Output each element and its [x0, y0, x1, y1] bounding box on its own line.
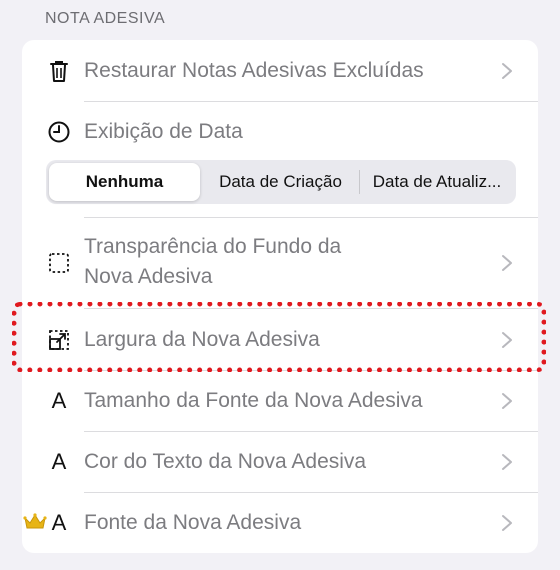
chevron-right-icon	[502, 63, 512, 79]
letter-a-icon: A	[51, 510, 67, 535]
segment-option-none[interactable]: Nenhuma	[49, 163, 200, 201]
chevron-right-icon	[502, 393, 512, 409]
new-note-font-row[interactable]: A Fonte da Nova Adesiva	[22, 507, 538, 539]
new-note-font-label: Fonte da Nova Adesiva	[84, 511, 302, 534]
separator	[84, 431, 538, 432]
settings-card: Restaurar Notas Adesivas Excluídas Exibi…	[22, 40, 538, 553]
restore-deleted-notes-label: Restaurar Notas Adesivas Excluídas	[84, 59, 424, 82]
date-display-label: Exibição de Data	[84, 120, 243, 143]
section-header: NOTA ADESIVA	[45, 10, 166, 27]
clock-icon	[46, 119, 72, 145]
new-note-text-color-row[interactable]: A Cor do Texto da Nova Adesiva	[22, 446, 538, 478]
letter-a-icon: A	[51, 388, 67, 413]
restore-deleted-notes-row[interactable]: Restaurar Notas Adesivas Excluídas	[22, 55, 538, 87]
separator	[84, 217, 538, 218]
separator	[84, 101, 538, 102]
background-transparency-label-line1: Transparência do Fundo da	[84, 235, 342, 258]
background-transparency-label-line2: Nova Adesiva	[84, 265, 213, 288]
background-transparency-label: Transparência do Fundo da Nova Adesiva	[84, 232, 341, 292]
separator	[84, 492, 538, 493]
segment-option-update-date[interactable]: Data de Atualiz...	[360, 163, 514, 201]
background-transparency-row[interactable]: Transparência do Fundo da Nova Adesiva	[22, 232, 538, 294]
new-note-font-size-row[interactable]: A Tamanho da Fonte da Nova Adesiva	[22, 385, 538, 417]
crown-icon	[23, 513, 47, 529]
chevron-right-icon	[502, 255, 512, 271]
trash-icon	[46, 58, 72, 84]
date-display-segmented-control: Nenhuma Data de Criação Data de Atualiz.…	[46, 160, 516, 204]
new-note-font-size-label: Tamanho da Fonte da Nova Adesiva	[84, 389, 423, 412]
letter-a-icon: A	[51, 449, 67, 474]
highlight-annotation	[12, 302, 546, 372]
date-display-row: Exibição de Data	[22, 116, 538, 148]
new-note-text-color-label: Cor do Texto da Nova Adesiva	[84, 450, 367, 473]
chevron-right-icon	[502, 454, 512, 470]
dotted-square-icon	[46, 250, 72, 276]
segment-option-creation-date[interactable]: Data de Criação	[203, 163, 358, 201]
chevron-right-icon	[502, 515, 512, 531]
